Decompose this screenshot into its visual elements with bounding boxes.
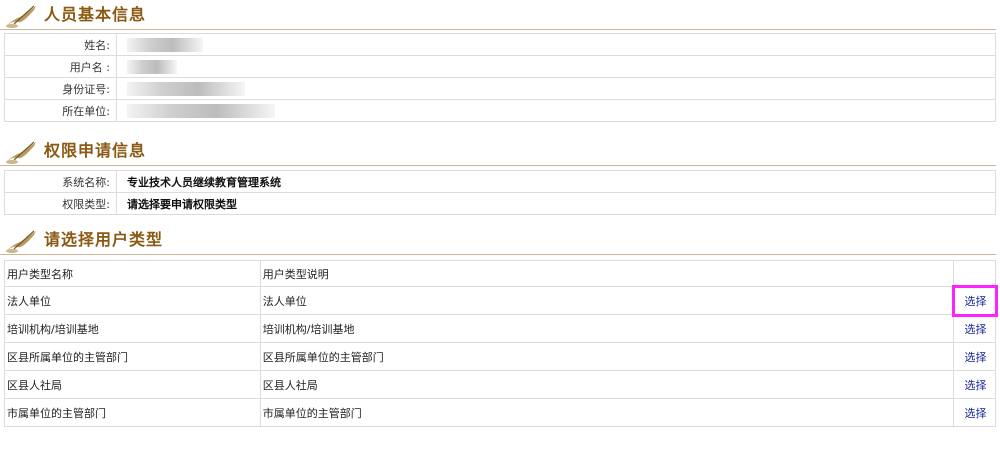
header-type-name: 用户类型名称 xyxy=(4,260,261,287)
header-type-desc: 用户类型说明 xyxy=(259,260,955,287)
select-link[interactable]: 选择 xyxy=(965,295,987,308)
table-row: 培训机构/培训基地 培训机构/培训基地 选择 xyxy=(4,314,996,343)
table-header-row: 用户类型名称 用户类型说明 xyxy=(4,260,996,287)
label-name: 姓名: xyxy=(4,33,117,56)
user-type-table: 用户类型名称 用户类型说明 法人单位 法人单位 选择 培训机构/培训基地 培训机… xyxy=(4,260,998,427)
table-row: 市属单位的主管部门 市属单位的主管部门 选择 xyxy=(4,398,996,427)
table-row: 区县人社局 区县人社局 选择 xyxy=(4,370,996,399)
type-desc: 市属单位的主管部门 xyxy=(259,398,955,427)
value-system-name: 专业技术人员继续教育管理系统 xyxy=(116,170,996,193)
table-row: 区县所属单位的主管部门 区县所属单位的主管部门 选择 xyxy=(4,342,996,371)
select-cell: 选择 xyxy=(953,342,996,371)
type-desc: 法人单位 xyxy=(259,286,955,315)
section-header-user-type: 请选择用户类型 xyxy=(0,225,996,255)
type-name: 区县所属单位的主管部门 xyxy=(4,342,261,371)
label-unit: 所在单位: xyxy=(4,99,117,122)
type-name: 法人单位 xyxy=(4,286,261,315)
value-username-masked xyxy=(116,55,996,78)
section-title: 权限申请信息 xyxy=(44,141,147,160)
permission-row-type: 权限类型: 请选择要申请权限类型 xyxy=(4,192,996,215)
select-link[interactable]: 选择 xyxy=(965,407,987,420)
label-system-name: 系统名称: xyxy=(4,170,117,193)
select-cell: 选择 xyxy=(953,314,996,343)
type-name: 区县人社局 xyxy=(4,370,261,399)
type-name: 培训机构/培训基地 xyxy=(4,314,261,343)
type-desc: 区县人社局 xyxy=(259,370,955,399)
basic-row-unit: 所在单位: xyxy=(4,99,996,122)
select-cell-highlighted: 选择 xyxy=(951,284,998,317)
table-row: 法人单位 法人单位 选择 xyxy=(4,284,998,317)
basic-row-username: 用户名 : xyxy=(4,55,996,78)
value-name-masked xyxy=(116,33,996,56)
type-desc: 培训机构/培训基地 xyxy=(259,314,955,343)
select-link[interactable]: 选择 xyxy=(965,351,987,364)
section-header-permission-info: 权限申请信息 xyxy=(0,136,996,166)
value-idcard-masked xyxy=(116,77,996,100)
section-header-basic-info: 人员基本信息 xyxy=(0,0,996,30)
select-cell: 选择 xyxy=(953,398,996,427)
type-name: 市属单位的主管部门 xyxy=(4,398,261,427)
basic-info-table: 姓名: 用户名 : 身份证号: 所在单位: xyxy=(4,33,996,122)
permission-row-system: 系统名称: 专业技术人员继续教育管理系统 xyxy=(4,170,996,193)
value-unit-masked xyxy=(116,99,996,122)
label-idcard: 身份证号: xyxy=(4,77,117,100)
select-link[interactable]: 选择 xyxy=(965,379,987,392)
quill-pen-icon xyxy=(6,230,36,253)
select-cell: 选择 xyxy=(953,370,996,399)
label-permission-type: 权限类型: xyxy=(4,192,117,215)
basic-row-idcard: 身份证号: xyxy=(4,77,996,100)
type-desc: 区县所属单位的主管部门 xyxy=(259,342,955,371)
permission-info-table: 系统名称: 专业技术人员继续教育管理系统 权限类型: 请选择要申请权限类型 xyxy=(4,170,996,215)
section-title: 人员基本信息 xyxy=(44,5,147,24)
quill-pen-icon xyxy=(6,141,36,164)
basic-row-name: 姓名: xyxy=(4,33,996,56)
select-link[interactable]: 选择 xyxy=(965,323,987,336)
label-username: 用户名 : xyxy=(4,55,117,78)
value-permission-type: 请选择要申请权限类型 xyxy=(116,192,996,215)
section-title: 请选择用户类型 xyxy=(44,230,164,249)
quill-pen-icon xyxy=(6,5,36,28)
header-action xyxy=(953,260,996,287)
